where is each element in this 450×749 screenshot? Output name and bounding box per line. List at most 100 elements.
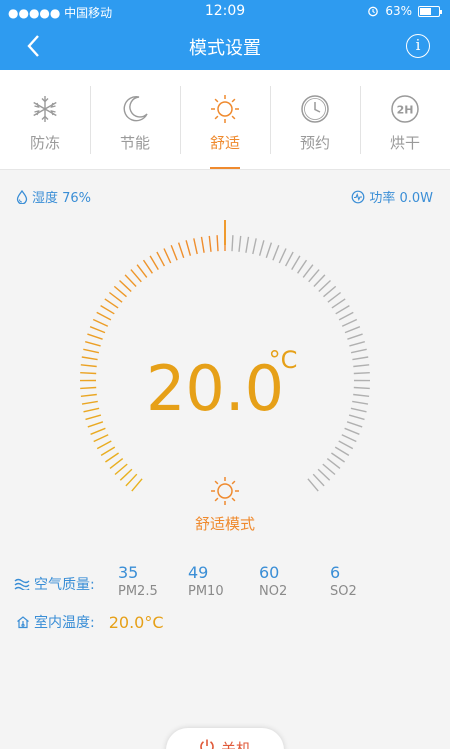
dial-tick bbox=[344, 326, 361, 334]
2h-icon: 2H bbox=[391, 95, 419, 123]
dial-tick bbox=[350, 407, 367, 413]
sun-icon bbox=[211, 95, 239, 123]
top-bar: ●●●●● 中国移动 12:09 63% 模式设置 i bbox=[0, 0, 450, 70]
tab-schedule[interactable]: 预约 bbox=[270, 70, 360, 169]
aq-name: PM2.5 bbox=[118, 584, 158, 599]
dial-tick bbox=[338, 311, 354, 321]
mode-label: 舒适模式 bbox=[194, 515, 255, 533]
dial-tick bbox=[200, 236, 205, 253]
dial-tick bbox=[349, 341, 365, 347]
aq-name: PM10 bbox=[188, 584, 224, 599]
dial-tick bbox=[100, 304, 115, 315]
dial-tick bbox=[322, 463, 336, 476]
indoor-temperature-row: 室内温度: 20.0°C bbox=[16, 612, 164, 632]
dial-tick bbox=[348, 414, 365, 421]
battery-percent: 63% bbox=[385, 4, 412, 18]
aq-value: 6 bbox=[330, 563, 341, 582]
dial-tick bbox=[119, 279, 132, 293]
aq-value: 35 bbox=[118, 563, 139, 582]
dial-tick bbox=[346, 421, 363, 428]
dial-tick bbox=[136, 264, 148, 278]
dial-tick bbox=[352, 356, 369, 361]
page-title: 模式设置 bbox=[189, 38, 261, 59]
dial-tick bbox=[353, 393, 370, 397]
sun-icon bbox=[211, 477, 239, 505]
dial-tick bbox=[327, 291, 342, 303]
dial-tick bbox=[89, 326, 106, 334]
dial-tick bbox=[313, 274, 326, 287]
thermometer-home-icon bbox=[17, 616, 29, 629]
dial-tick bbox=[100, 446, 116, 456]
dial-tick bbox=[81, 400, 98, 405]
dial-tick bbox=[85, 341, 101, 347]
dial-tick bbox=[334, 446, 350, 456]
dial-tick bbox=[350, 348, 367, 354]
dial-tick bbox=[231, 235, 234, 252]
tab-label: 节能 bbox=[119, 134, 150, 152]
dial-tick bbox=[335, 304, 350, 315]
dial-tick bbox=[113, 285, 127, 298]
aq-pm10: 49 PM10 bbox=[188, 563, 258, 599]
dial-tick bbox=[90, 427, 106, 435]
temperature-dial[interactable]: 20.0 °C bbox=[0, 210, 450, 540]
dial-tick bbox=[307, 478, 319, 492]
dial-tick bbox=[245, 236, 250, 253]
dial-tick bbox=[105, 452, 119, 463]
dial-tick bbox=[81, 356, 98, 361]
clock-icon bbox=[301, 95, 329, 123]
dial-tick bbox=[302, 264, 314, 278]
power-off-button[interactable]: 关机 bbox=[166, 728, 284, 749]
aq-value: 49 bbox=[188, 563, 209, 582]
dial-tick bbox=[323, 285, 337, 298]
dial-tick bbox=[331, 298, 346, 309]
snowflake-icon bbox=[33, 96, 57, 122]
indoor-temperature-value: 20.0°C bbox=[108, 612, 164, 632]
dial-tick bbox=[265, 242, 273, 259]
tab-label: 防冻 bbox=[29, 134, 60, 152]
air-quality-row: 空气质量: 35 PM2.5 49 PM10 60 NO2 6 SO2 bbox=[14, 563, 434, 608]
dial-tick bbox=[312, 473, 325, 487]
temperature-value: 20.0 bbox=[146, 352, 284, 425]
dial-tick bbox=[347, 333, 363, 340]
dial-tick bbox=[308, 269, 320, 283]
dial-tick bbox=[83, 348, 100, 354]
tab-comfort[interactable]: 舒适 bbox=[180, 70, 270, 169]
tab-antifreeze[interactable]: 防冻 bbox=[0, 70, 90, 169]
alarm-icon bbox=[368, 6, 379, 17]
dial-tick bbox=[353, 364, 370, 368]
dial-tick bbox=[272, 245, 280, 261]
dial-tick bbox=[291, 255, 301, 270]
power-indicator: 功率 0.0W bbox=[351, 187, 433, 206]
dial-tick bbox=[131, 478, 143, 492]
dial-tick bbox=[252, 238, 257, 255]
nav-row: 模式设置 i bbox=[0, 22, 450, 70]
dial-tick bbox=[238, 235, 242, 252]
battery-icon bbox=[418, 5, 442, 17]
air-quality-label: 空气质量: bbox=[14, 574, 95, 594]
dial-tick bbox=[93, 434, 109, 443]
dial-tick bbox=[284, 251, 294, 267]
tab-label: 舒适 bbox=[209, 134, 240, 152]
dial-tick bbox=[216, 235, 219, 252]
tab-energy-saving[interactable]: 节能 bbox=[90, 70, 180, 169]
tab-dry[interactable]: 2H 烘干 bbox=[360, 70, 450, 169]
dial-tick bbox=[80, 386, 97, 390]
dial-tick bbox=[80, 393, 97, 397]
2h-icon-text: 2H bbox=[397, 104, 414, 117]
dial-tick bbox=[353, 372, 370, 375]
aq-value: 60 bbox=[259, 563, 280, 582]
battery-fill bbox=[420, 7, 432, 15]
dial-tick bbox=[193, 238, 198, 255]
info-icon[interactable]: i bbox=[406, 34, 430, 58]
power-text: 功率 0.0W bbox=[369, 191, 433, 206]
dial-tick bbox=[124, 274, 137, 287]
dial-tick bbox=[114, 463, 128, 476]
dial-tick bbox=[352, 400, 369, 405]
dial-tick bbox=[83, 407, 100, 413]
dial-tick bbox=[104, 298, 119, 309]
aq-name: NO2 bbox=[259, 584, 288, 599]
dial-tick bbox=[96, 311, 112, 321]
mode-tabs: 防冻 节能 舒适 预约 2H 烘干 bbox=[0, 70, 450, 170]
dial-tick bbox=[317, 468, 331, 481]
dial-tick bbox=[258, 240, 265, 256]
